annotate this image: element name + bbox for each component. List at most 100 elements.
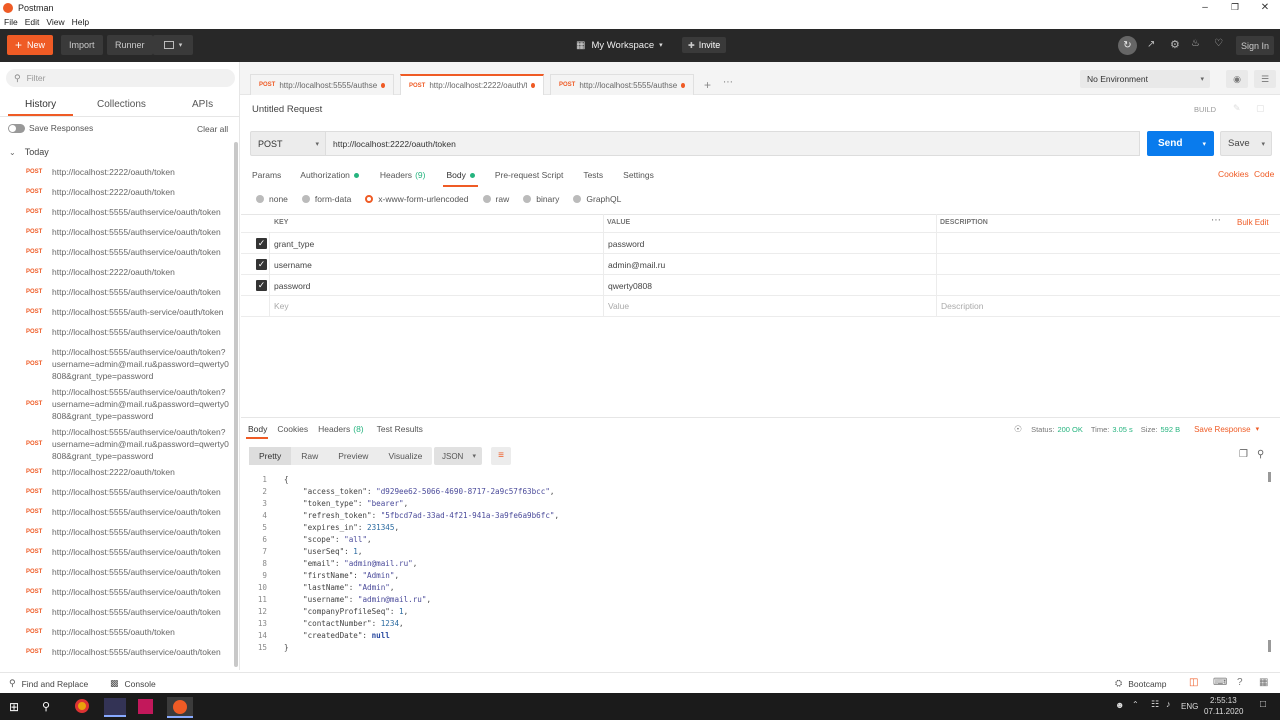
code-scrollbar-bottom[interactable] (1268, 640, 1271, 652)
more-options-icon[interactable]: ⋯ (1211, 215, 1221, 226)
history-item[interactable]: POST http://localhost:5555/authservice/oa… (0, 206, 232, 218)
history-item[interactable]: POST http://localhost:5555/authservice/oa… (0, 606, 232, 618)
row-checkbox[interactable]: ✓ (256, 238, 267, 249)
environment-select[interactable]: No Environment ▾ (1080, 70, 1210, 88)
chrome-icon[interactable] (75, 699, 89, 713)
history-group-today[interactable]: ⌄ Today (9, 147, 49, 157)
help-icon[interactable]: ? (1237, 677, 1243, 688)
history-item[interactable]: POST http://localhost:5555/authservice/oa… (0, 346, 232, 382)
method-select[interactable]: POST ▾ (250, 131, 326, 156)
history-item[interactable]: POST http://localhost:5555/authservice/oa… (0, 546, 232, 558)
param-value[interactable]: admin@mail.ru (608, 260, 665, 270)
history-item[interactable]: POST http://localhost:2222/oauth/token (0, 466, 232, 478)
view-raw[interactable]: Raw (291, 451, 328, 461)
new-key-input[interactable]: Key (274, 301, 289, 311)
radio-binary[interactable]: binary (523, 194, 559, 204)
history-item[interactable]: POST http://localhost:5555/authservice/oa… (0, 326, 232, 338)
cookies-link[interactable]: Cookies (1218, 169, 1249, 179)
tab-pre-request-script[interactable]: Pre-request Script (495, 170, 564, 180)
save-response-button[interactable]: Save Response (1194, 425, 1250, 434)
status-value[interactable]: 200 OK (1057, 425, 1082, 434)
comment-icon[interactable]: ▢ (1256, 103, 1265, 114)
tab-headers[interactable]: Headers (9) (380, 170, 426, 180)
history-item[interactable]: POST http://localhost:5555/authservice/oa… (0, 506, 232, 518)
send-button[interactable]: Send ▾ (1147, 131, 1214, 156)
new-description-input[interactable]: Description (941, 301, 984, 311)
radio-raw[interactable]: raw (482, 194, 509, 204)
history-item[interactable]: POST http://localhost:5555/authservice/oa… (0, 586, 232, 598)
row-checkbox[interactable]: ✓ (256, 280, 267, 291)
more-tabs-icon[interactable]: ⋯ (723, 77, 733, 88)
param-key[interactable]: grant_type (274, 239, 314, 249)
tab-authorization[interactable]: Authorization (300, 170, 359, 180)
history-item[interactable]: POST http://localhost:2222/oauth/token (0, 166, 232, 178)
history-item[interactable]: POST http://localhost:5555/authservice/oa… (0, 426, 232, 462)
invite-button[interactable]: ✚ Invite (682, 37, 727, 53)
import-button[interactable]: Import (61, 35, 103, 55)
bootcamp-button[interactable]: ⛭ Bootcamp (1115, 678, 1166, 689)
tab-settings[interactable]: Settings (623, 170, 654, 180)
two-pane-icon[interactable]: ◫ (1189, 677, 1198, 688)
tab-tests[interactable]: Tests (583, 170, 603, 180)
workspace-switcher[interactable]: ▦ My Workspace ▾ (576, 37, 663, 53)
eye-icon[interactable]: ◉ (1226, 70, 1248, 88)
clock-time[interactable]: 2:55:13 (1210, 696, 1237, 705)
response-tab-headers[interactable]: Headers (8) (318, 424, 364, 434)
restore-icon[interactable]: ❐ (1220, 2, 1250, 13)
chevron-down-icon[interactable]: ▾ (1202, 140, 1206, 148)
chevron-down-icon[interactable]: ▾ (1256, 425, 1260, 433)
postman-taskbar-icon[interactable] (167, 697, 193, 718)
clock-date[interactable]: 07.11.2020 (1204, 707, 1243, 716)
code-link[interactable]: Code (1254, 169, 1274, 179)
view-pretty[interactable]: Pretty (249, 447, 292, 465)
settings-sliders-icon[interactable]: ☰ (1254, 70, 1276, 88)
new-window-button[interactable]: ▾ (153, 35, 193, 55)
find-replace-button[interactable]: ⚲ Find and Replace (9, 678, 88, 689)
notification-icon[interactable]: □ (1260, 699, 1266, 710)
menu-file[interactable]: File (4, 17, 18, 27)
search-icon[interactable]: ⚲ (42, 700, 50, 713)
history-item[interactable]: POST http://localhost:5555/authservice/oa… (0, 646, 232, 658)
request-tab[interactable]: POSThttp://localhost:5555/authserv... (250, 74, 394, 95)
row-checkbox[interactable]: ✓ (256, 259, 267, 270)
bulk-edit-link[interactable]: Bulk Edit (1237, 218, 1269, 227)
sync-icon[interactable]: ↻ (1118, 36, 1137, 55)
volume-icon[interactable]: ♪ (1166, 699, 1171, 709)
runner-button[interactable]: Runner (107, 35, 153, 55)
satellite-icon[interactable]: ↗ (1147, 39, 1155, 50)
sign-in-button[interactable]: Sign In (1236, 36, 1275, 55)
radio-graphql[interactable]: GraphQL (573, 194, 621, 204)
param-key[interactable]: password (274, 281, 310, 291)
history-item[interactable]: POST http://localhost:5555/authservice/oa… (0, 386, 232, 422)
tab-params[interactable]: Params (252, 170, 281, 180)
history-item[interactable]: POST http://localhost:2222/oauth/token (0, 266, 232, 278)
search-icon[interactable]: ⚲ (1257, 449, 1264, 460)
grid-icon[interactable]: ▦ (1259, 677, 1268, 688)
history-item[interactable]: POST http://localhost:5555/authservice/oa… (0, 226, 232, 238)
history-item[interactable]: POST http://localhost:5555/auth-service/o… (0, 306, 232, 318)
history-item[interactable]: POST http://localhost:5555/authservice/oa… (0, 286, 232, 298)
history-item[interactable]: POST http://localhost:5555/authservice/oa… (0, 246, 232, 258)
response-tab-test-results[interactable]: Test Results (377, 424, 423, 434)
filter-input[interactable]: Filter (27, 73, 46, 83)
heart-icon[interactable]: ♡ (1214, 38, 1223, 49)
menu-edit[interactable]: Edit (25, 17, 40, 27)
edit-icon[interactable]: ✎ (1233, 103, 1241, 114)
language-indicator[interactable]: ENG (1181, 702, 1198, 711)
copy-icon[interactable]: ❐ (1239, 449, 1248, 460)
windows-start-icon[interactable]: ⊞ (9, 700, 19, 714)
close-icon[interactable]: ✕ (1250, 2, 1280, 13)
history-item[interactable]: POST http://localhost:5555/authservice/oa… (0, 566, 232, 578)
menu-help[interactable]: Help (72, 17, 89, 27)
param-value[interactable]: qwerty0808 (608, 281, 652, 291)
history-item[interactable]: POST http://localhost:2222/oauth/token (0, 186, 232, 198)
request-tab[interactable]: POSThttp://localhost:5555/authserv... (550, 74, 694, 95)
minimize-icon[interactable]: – (1190, 2, 1220, 13)
param-key[interactable]: username (274, 260, 312, 270)
response-tab-body[interactable]: Body (248, 424, 267, 434)
response-body-code[interactable]: 1{2 "access_token": "d929ee62-5066-4690-8… (247, 473, 1267, 653)
save-button[interactable]: Save ▾ (1220, 131, 1272, 156)
clear-all-button[interactable]: Clear all (197, 124, 228, 134)
new-button[interactable]: + New (7, 35, 54, 55)
tab-body[interactable]: Body (443, 170, 478, 187)
